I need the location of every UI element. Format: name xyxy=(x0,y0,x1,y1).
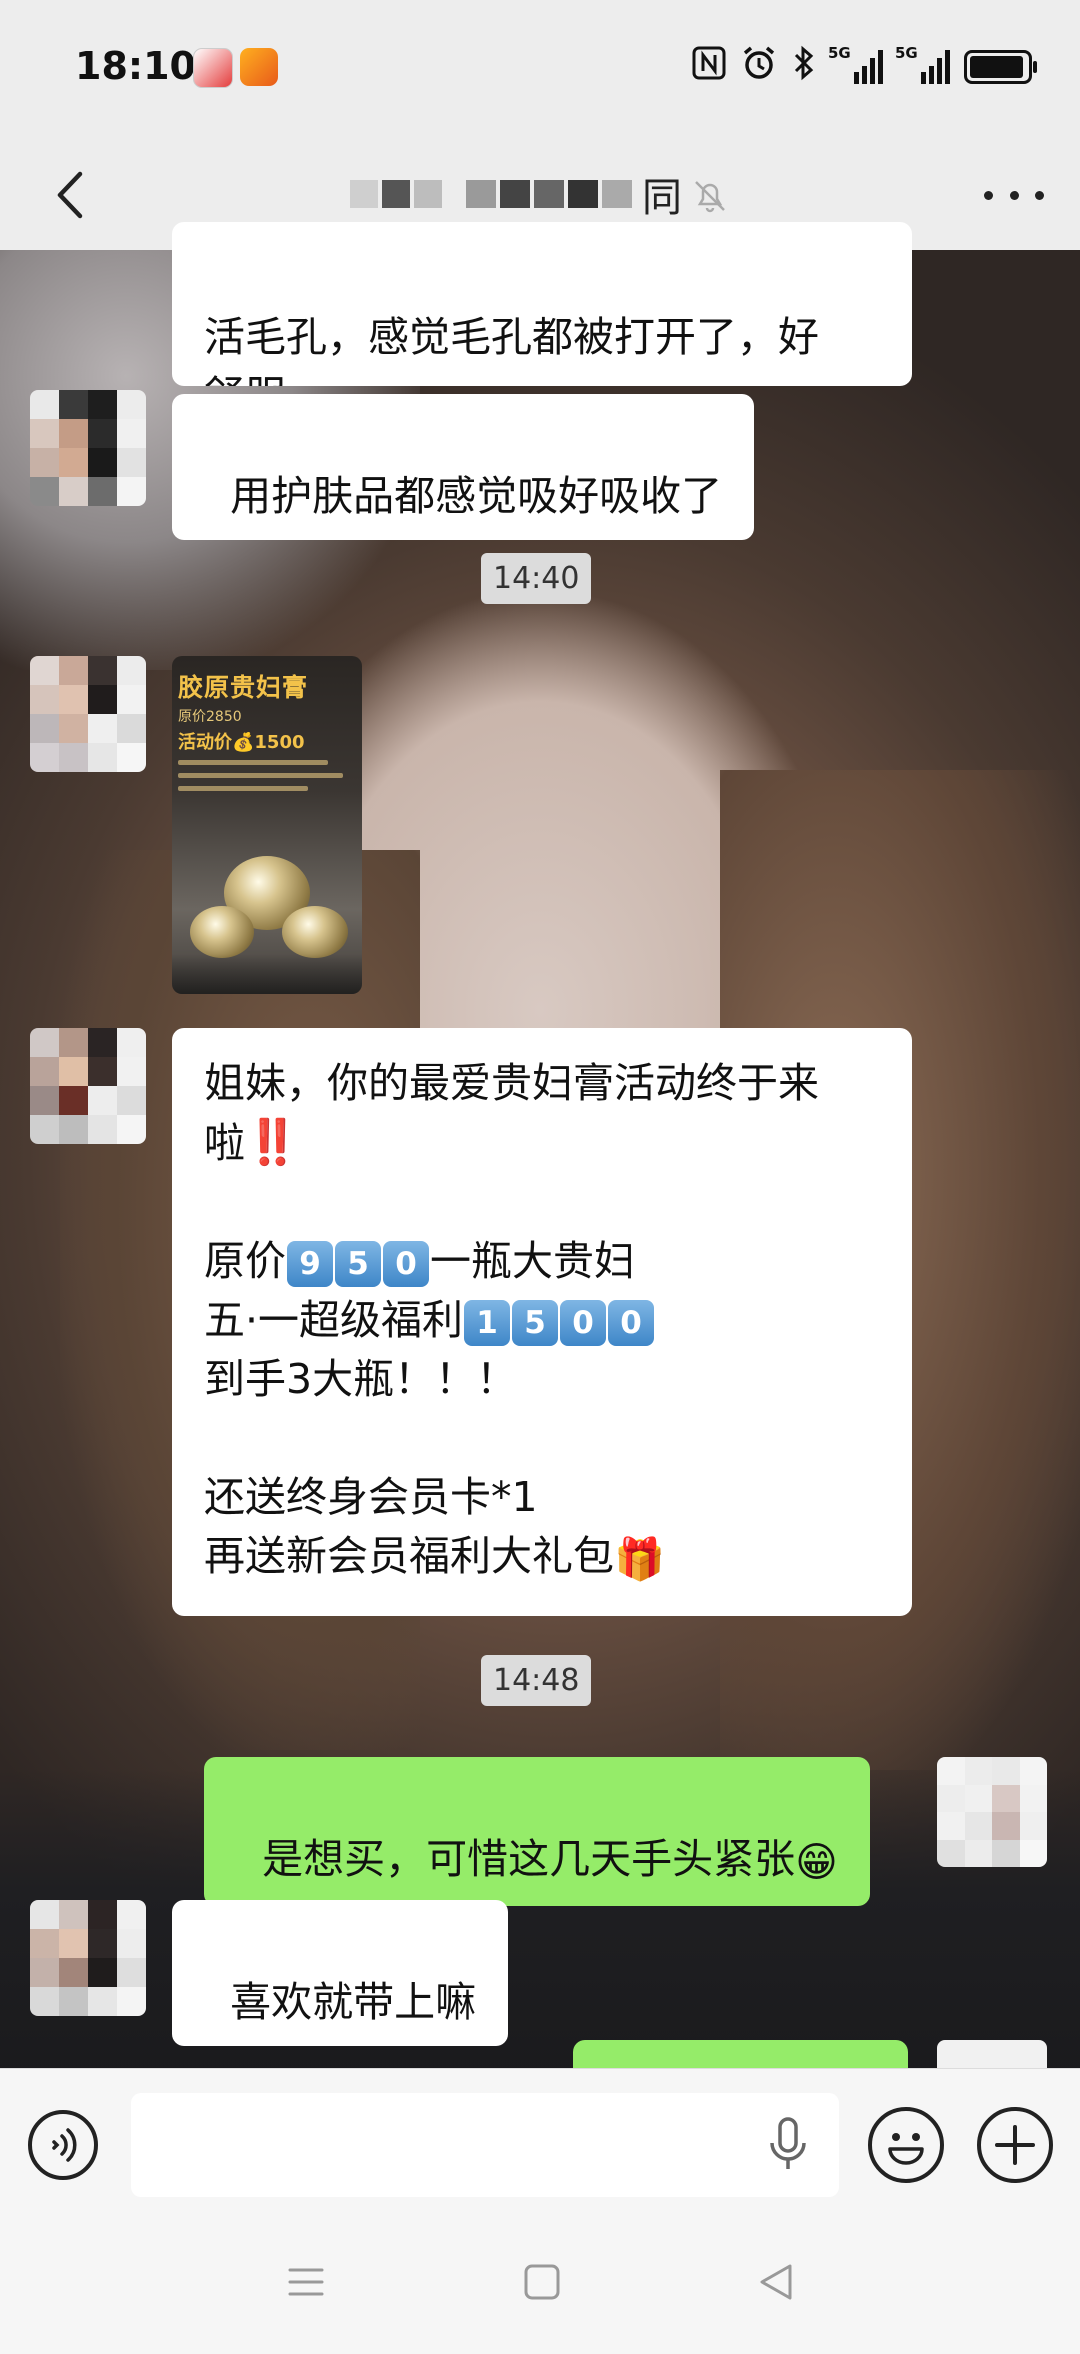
redacted-name xyxy=(350,180,378,208)
message-bubble-incoming[interactable]: 喜欢就带上嘛 xyxy=(172,1900,509,2046)
keycap-digit: 0 xyxy=(608,1300,655,1346)
chat-title: 同 xyxy=(350,166,682,222)
promo-line: 还送终身会员卡*1 xyxy=(204,1473,538,1521)
menu-icon[interactable] xyxy=(286,2262,326,2306)
more-dots-icon xyxy=(984,190,993,200)
message-bubble-incoming[interactable]: 活毛孔，感觉毛孔都被打开了，好 舒服 xyxy=(172,222,912,386)
system-navigation-bar xyxy=(0,2218,1080,2354)
chevron-left-icon xyxy=(57,171,83,219)
smiley-icon xyxy=(888,2133,924,2165)
message-text: 是想买，可惜这几天手头紧张 xyxy=(262,1835,796,1883)
gift-emoji: 🎁 xyxy=(614,1534,666,1583)
voice-icon xyxy=(52,2128,77,2162)
app-notification-icon xyxy=(240,48,278,86)
image-sale-price: 活动价💰1500 xyxy=(178,732,305,753)
message-text: 用护肤品都感觉吸好吸收了 xyxy=(230,472,723,520)
avatar[interactable] xyxy=(30,656,146,772)
promo-line: 啦‼️ xyxy=(204,1117,300,1168)
keycap-digit: 0 xyxy=(383,1241,429,1287)
nfc-icon xyxy=(692,46,726,88)
input-bar xyxy=(0,2068,1080,2219)
status-time: 18:10 xyxy=(75,44,196,88)
status-bar: 18:10 5G 5G xyxy=(0,0,1080,140)
message-input[interactable] xyxy=(131,2093,839,2197)
avatar[interactable] xyxy=(30,390,146,506)
keycap-digit: 9 xyxy=(287,1241,333,1287)
timestamp-chip: 14:40 xyxy=(481,553,592,604)
grin-emoji: 😁 xyxy=(795,1837,838,1886)
promo-line: 五·一超级福利 1 5 0 0 xyxy=(204,1291,880,1350)
bluetooth-icon xyxy=(792,45,816,89)
message-bubble-promo[interactable]: 姐妹，你的最爱贵妇膏活动终于来 啦‼️ 原价 9 5 0 一瓶大贵妇 五·一超级福利 1 5… xyxy=(172,1028,912,1616)
message-text: 喜欢就带上嘛 xyxy=(230,1978,477,2026)
product-jar xyxy=(282,906,348,958)
double-exclamation-emoji: ‼️ xyxy=(245,1117,300,1168)
avatar[interactable] xyxy=(30,1028,146,1144)
timestamp-chip: 14:48 xyxy=(481,1655,592,1706)
my-avatar[interactable] xyxy=(937,2040,1047,2068)
back-button[interactable] xyxy=(40,162,100,228)
app-notification-icon xyxy=(193,48,233,88)
message-bubble-outgoing[interactable]: 是想买，可惜这几天手头紧张😁 xyxy=(204,1757,870,1906)
product-image-message[interactable]: 胶原贵妇膏 原价2850 活动价💰1500 xyxy=(172,656,362,994)
home-icon[interactable] xyxy=(522,2262,562,2306)
image-text-lines xyxy=(178,760,348,799)
image-title: 胶原贵妇膏 xyxy=(178,673,309,702)
promo-line: 再送新会员福利大礼包🎁 xyxy=(204,1527,880,1589)
keycap-digit: 5 xyxy=(335,1241,381,1287)
plus-icon xyxy=(995,2125,1035,2165)
signal-icon: 5G xyxy=(828,44,883,84)
keycap-digit: 5 xyxy=(512,1300,559,1346)
keycap-digit: 1 xyxy=(464,1300,511,1346)
microphone-icon[interactable] xyxy=(766,2115,810,2179)
alarm-icon xyxy=(740,44,778,90)
network-label: 5G xyxy=(828,44,851,62)
promo-line: 到手3大瓶！！！ xyxy=(204,1355,518,1403)
avatar[interactable] xyxy=(30,1900,146,2016)
image-original-price: 原价2850 xyxy=(178,709,242,725)
promo-line: 原价 9 5 0 一瓶大贵妇 xyxy=(204,1237,635,1287)
promo-line: 姐妹，你的最爱贵妇膏活动终于来 xyxy=(204,1059,819,1107)
product-jar xyxy=(190,906,254,958)
signal-icon: 5G xyxy=(895,44,950,84)
more-functions-button[interactable] xyxy=(977,2107,1053,2183)
back-icon[interactable] xyxy=(756,2262,796,2306)
battery-icon xyxy=(964,50,1037,84)
emoji-button[interactable] xyxy=(868,2107,944,2183)
network-label: 5G xyxy=(895,44,918,62)
more-options-button[interactable] xyxy=(984,170,1044,220)
message-text: 活毛孔，感觉毛孔都被打开了，好 舒服 xyxy=(204,313,819,386)
keycap-digit: 0 xyxy=(560,1300,607,1346)
message-bubble-outgoing-partial[interactable] xyxy=(573,2040,908,2068)
voice-input-button[interactable] xyxy=(28,2110,98,2180)
chat-title-text: 同 xyxy=(642,175,682,221)
message-bubble-incoming[interactable]: 用护肤品都感觉吸好吸收了 xyxy=(172,394,755,540)
bell-off-icon xyxy=(690,176,730,220)
my-avatar[interactable] xyxy=(937,1757,1047,1867)
